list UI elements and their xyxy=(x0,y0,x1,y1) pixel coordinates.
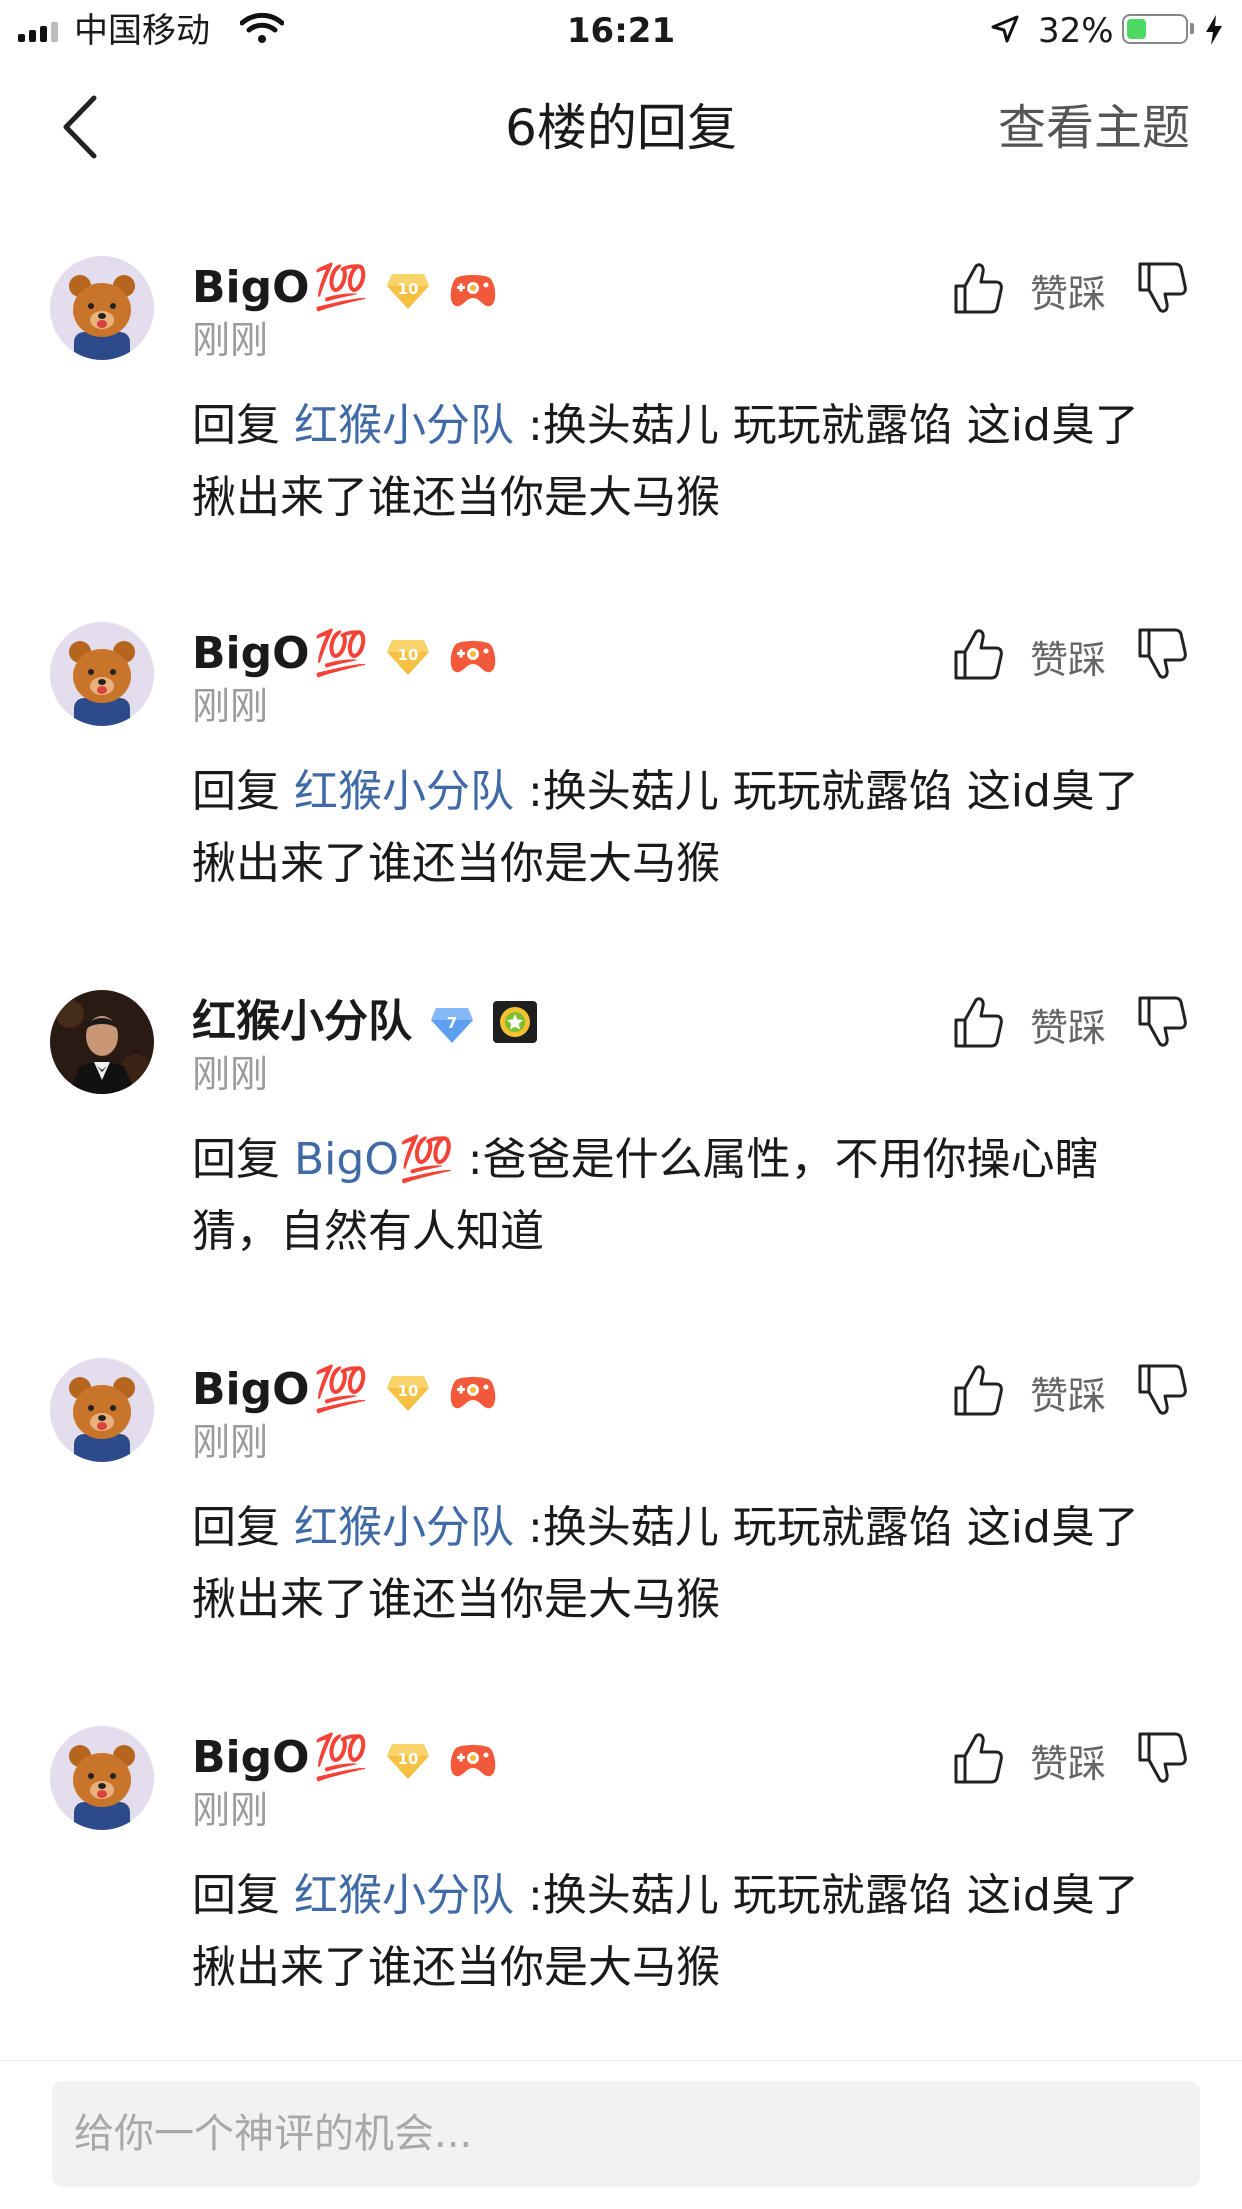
mention-link[interactable]: 红猴小分队 xyxy=(294,766,514,817)
thumbs-up-icon[interactable] xyxy=(952,1730,1004,1786)
level-badge-icon: 10 xyxy=(386,268,430,309)
location-arrow-icon xyxy=(991,15,1019,43)
thumbs-up-icon[interactable] xyxy=(952,1362,1004,1418)
reply-content: 回复 红猴小分队 :换头菇儿 玩玩就露馅 这id臭了揪出来了谁还当你是大马猴 xyxy=(192,756,1192,900)
level-badge-icon: 10 xyxy=(386,1370,430,1411)
reply-text-line1: :换头菇儿 玩玩就露馅 这id臭了 xyxy=(514,400,1139,451)
reply-item: BigO 💯 10 刚刚 赞踩 回复 红猴小分队 :换头菇儿 玩玩就露馅 这id… xyxy=(0,256,1242,616)
hundred-emoji-icon: 💯 xyxy=(313,1732,369,1783)
author-name[interactable]: 红猴小分队 xyxy=(192,994,412,1050)
reply-text-line1: :爸爸是什么属性，不用你操心瞎 xyxy=(453,1134,1099,1185)
reply-text-line2: 揪出来了谁还当你是大马猴 xyxy=(192,1574,720,1625)
reply-time: 刚刚 xyxy=(192,1420,269,1464)
battery-icon xyxy=(1122,14,1188,44)
level-badge-icon: 10 xyxy=(386,1738,430,1779)
reply-item: BigO 💯 10 刚刚 赞踩 回复 红猴小分队 :换头菇儿 玩玩就露馅 这id… xyxy=(0,622,1242,982)
hundred-emoji-icon: 💯 xyxy=(313,262,369,313)
reply-content: 回复 红猴小分队 :换头菇儿 玩玩就露馅 这id臭了揪出来了谁还当你是大马猴 xyxy=(192,1860,1192,2004)
comment-bar xyxy=(0,2060,1242,2209)
reply-text-line1: :换头菇儿 玩玩就露馅 这id臭了 xyxy=(514,1870,1139,1921)
reply-content: 回复 BigO💯 :爸爸是什么属性，不用你操心瞎猜，自然有人知道 xyxy=(192,1124,1192,1268)
author-name[interactable]: BigO xyxy=(192,260,310,316)
svg-text:10: 10 xyxy=(398,646,419,664)
gamepad-badge-icon xyxy=(448,1738,498,1778)
reply-prefix: 回复 xyxy=(192,1502,294,1553)
svg-text:10: 10 xyxy=(398,280,419,298)
reply-prefix: 回复 xyxy=(192,766,294,817)
mention-link[interactable]: 红猴小分队 xyxy=(294,400,514,451)
bear-avatar[interactable] xyxy=(50,1726,154,1830)
bear-avatar[interactable] xyxy=(50,256,154,360)
svg-text:10: 10 xyxy=(398,1750,419,1768)
vote-label: 赞踩 xyxy=(1030,1374,1107,1418)
bear-avatar[interactable] xyxy=(50,1358,154,1462)
reply-time: 刚刚 xyxy=(192,684,269,728)
reply-prefix: 回复 xyxy=(192,1134,294,1185)
gamepad-badge-icon xyxy=(448,268,498,308)
vote-label: 赞踩 xyxy=(1030,1006,1107,1050)
gamepad-badge-icon xyxy=(448,1370,498,1410)
charging-bolt-icon xyxy=(1206,15,1222,45)
thumbs-down-icon[interactable] xyxy=(1136,1730,1188,1786)
man-in-suit-avatar[interactable] xyxy=(50,990,154,1094)
nav-bar: 6楼的回复 查看主题 xyxy=(0,62,1242,192)
reply-content: 回复 红猴小分队 :换头菇儿 玩玩就露馅 这id臭了揪出来了谁还当你是大马猴 xyxy=(192,1492,1192,1636)
reply-text-line2: 揪出来了谁还当你是大马猴 xyxy=(192,1942,720,1993)
thumbs-up-icon[interactable] xyxy=(952,260,1004,316)
svg-text:7: 7 xyxy=(447,1014,457,1032)
reply-text-line1: :换头菇儿 玩玩就露馅 这id臭了 xyxy=(514,766,1139,817)
battery-level xyxy=(1127,19,1146,39)
vote-label: 赞踩 xyxy=(1030,1742,1107,1786)
author-name[interactable]: BigO xyxy=(192,626,310,682)
mention-link[interactable]: 红猴小分队 xyxy=(294,1870,514,1921)
reply-text-line2: 猜，自然有人知道 xyxy=(192,1206,544,1257)
level-badge-icon: 10 xyxy=(386,634,430,675)
reply-text-line2: 揪出来了谁还当你是大马猴 xyxy=(192,838,720,889)
reply-item: 红猴小分队 7 刚刚 赞踩 回复 BigO💯 :爸爸是什么属性，不用你操心瞎猜，… xyxy=(0,990,1242,1350)
battery-percent: 32% xyxy=(1038,11,1114,51)
thumbs-down-icon[interactable] xyxy=(1136,1362,1188,1418)
mention-link[interactable]: 红猴小分队 xyxy=(294,1502,514,1553)
thumbs-down-icon[interactable] xyxy=(1136,260,1188,316)
vote-label: 赞踩 xyxy=(1030,638,1107,682)
vote-label: 赞踩 xyxy=(1030,272,1107,316)
thumbs-down-icon[interactable] xyxy=(1136,994,1188,1050)
level-badge-icon: 7 xyxy=(430,1002,474,1043)
hundred-emoji-icon: 💯 xyxy=(313,1364,369,1415)
status-bar: 中国移动 16:21 32% xyxy=(0,0,1242,62)
svg-text:10: 10 xyxy=(398,1382,419,1400)
reply-time: 刚刚 xyxy=(192,1052,269,1096)
reply-item: BigO 💯 10 刚刚 赞踩 回复 红猴小分队 :换头菇儿 玩玩就露馅 这id… xyxy=(0,1726,1242,2086)
battery-cap xyxy=(1190,23,1194,34)
reply-item: BigO 💯 10 刚刚 赞踩 回复 红猴小分队 :换头菇儿 玩玩就露馅 这id… xyxy=(0,1358,1242,1718)
view-topic-button[interactable]: 查看主题 xyxy=(998,98,1190,158)
reply-text-line1: :换头菇儿 玩玩就露馅 这id臭了 xyxy=(514,1502,1139,1553)
reply-time: 刚刚 xyxy=(192,318,269,362)
reply-text-line2: 揪出来了谁还当你是大马猴 xyxy=(192,472,720,523)
reply-content: 回复 红猴小分队 :换头菇儿 玩玩就露馅 这id臭了揪出来了谁还当你是大马猴 xyxy=(192,390,1192,534)
mention-link[interactable]: BigO💯 xyxy=(294,1134,454,1185)
author-name[interactable]: BigO xyxy=(192,1362,310,1418)
hundred-emoji-icon: 💯 xyxy=(313,628,369,679)
thumbs-up-icon[interactable] xyxy=(952,626,1004,682)
gamepad-badge-icon xyxy=(448,634,498,674)
reply-prefix: 回复 xyxy=(192,400,294,451)
thumbs-down-icon[interactable] xyxy=(1136,626,1188,682)
reply-prefix: 回复 xyxy=(192,1870,294,1921)
comment-input[interactable] xyxy=(52,2081,1200,2187)
reply-time: 刚刚 xyxy=(192,1788,269,1832)
author-name[interactable]: BigO xyxy=(192,1730,310,1786)
bear-avatar[interactable] xyxy=(50,622,154,726)
thumbs-up-icon[interactable] xyxy=(952,994,1004,1050)
star-medal-icon xyxy=(492,1000,538,1044)
